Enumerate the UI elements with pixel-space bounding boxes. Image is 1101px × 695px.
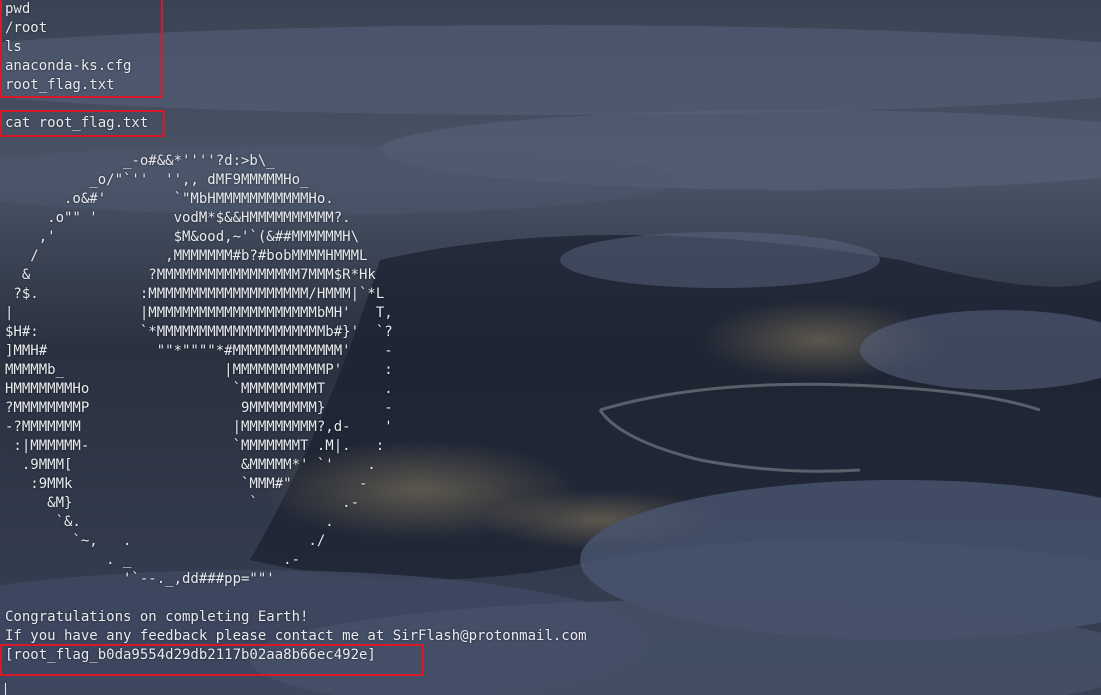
ascii-art-line: '`--._,dd###pp=""': [5, 571, 275, 587]
congratulations-message: Congratulations on completing Earth!: [5, 609, 309, 625]
ascii-art-line: HMMMMMMMHo `MMMMMMMMMT .: [5, 381, 393, 397]
ascii-art-line: ,' $M&ood,~'`(&##MMMMMMH\: [5, 229, 360, 245]
terminal-window[interactable]: pwd /root ls anaconda-ks.cfg root_flag.t…: [0, 0, 1101, 695]
ascii-art-line: | |MMMMMMMMMMMMMMMMMMMMbMH' T,: [5, 305, 393, 321]
ascii-art-line: :|MMMMMM- `MMMMMMMT .M|. :: [5, 438, 385, 454]
ascii-art-line: ]MMH# ""*""""*#MMMMMMMMMMMMM' -: [5, 343, 393, 359]
ascii-art-line: :9MMk `MMM#" -: [5, 476, 368, 492]
ascii-art-line: ?MMMMMMMMP 9MMMMMMMM} -: [5, 400, 393, 416]
ascii-art-line: & ?MMMMMMMMMMMMMMMMM7MMM$R*Hk: [5, 267, 376, 283]
ascii-art-line: _-o#&&*''''?d:>b\_: [5, 153, 275, 169]
ascii-art-line: . _ .-: [5, 552, 301, 568]
ascii-art-line: `~, . ./: [5, 533, 326, 549]
ascii-art-line: ?$. :MMMMMMMMMMMMMMMMMMM/HMMM|`*L: [5, 286, 385, 302]
text-cursor[interactable]: [5, 683, 6, 695]
highlight-box-cat-command: [0, 110, 165, 137]
highlight-box-flag: [0, 644, 424, 676]
ascii-art-line: -?MMMMMMM |MMMMMMMMM?,d- ': [5, 419, 393, 435]
highlight-box-commands: [0, 0, 163, 98]
ascii-art-line: MMMMMb_ |MMMMMMMMMMMP' :: [5, 362, 393, 378]
ascii-art-line: .o"" ' vodM*$&&HMMMMMMMMMM?.: [5, 210, 351, 226]
ascii-art-line: `&. .: [5, 514, 334, 530]
ascii-art-line: _o/"`'' '',, dMF9MMMMMHo_: [5, 172, 309, 188]
ascii-art-line: .9MMM[ &MMMMM*' `' .: [5, 457, 376, 473]
ascii-art-line: / ,MMMMMMM#b?#bobMMMMHMMML: [5, 248, 368, 264]
ascii-art-line: .o&#' `"MbHMMMMMMMMMMMHo.: [5, 191, 334, 207]
ascii-art-line: $H#: `*MMMMMMMMMMMMMMMMMMMMb#}' `?: [5, 324, 393, 340]
ascii-art-line: &M} ` .-: [5, 495, 360, 511]
